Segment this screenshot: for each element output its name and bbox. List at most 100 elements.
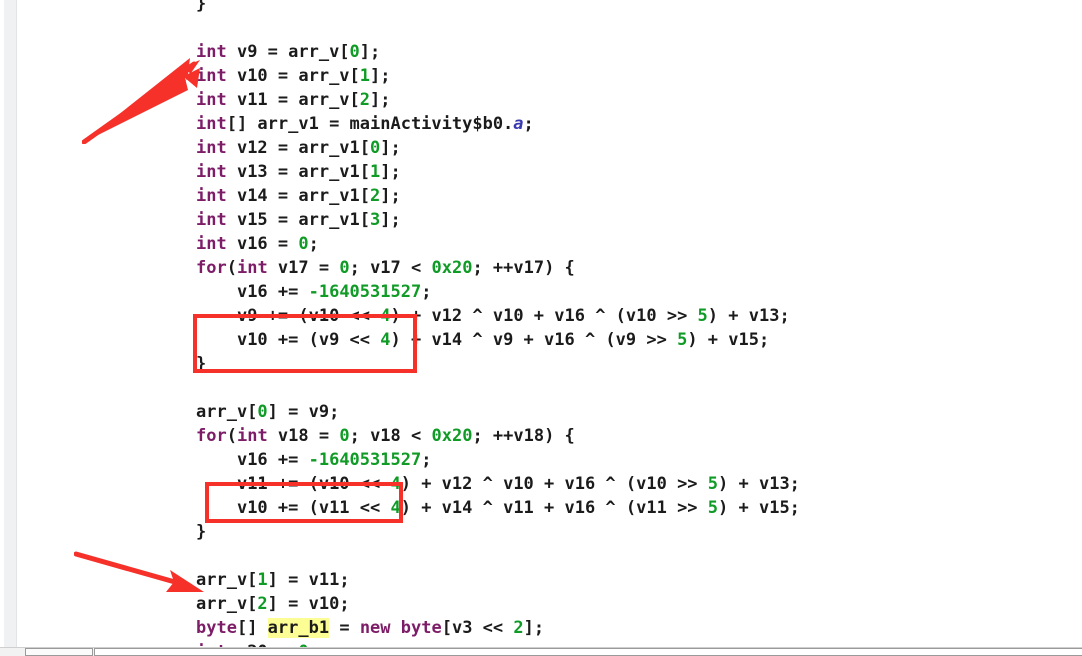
code-line[interactable]: arr_v[2] = v10; [196,592,1076,616]
code-token-num: 5 [677,330,688,350]
code-line[interactable]: int v11 = arr_v[2]; [196,88,1076,112]
status-bar-main-box[interactable] [94,648,1082,656]
code-token-kw: int [196,42,227,62]
code-token-pln: ] = v9; [267,402,340,422]
code-token-pln: ]; [370,66,391,86]
code-line[interactable]: v9 += (v10 << 4) + v12 ^ v10 + v16 ^ (v1… [196,304,1076,328]
code-line[interactable]: int[] arr_v1 = mainActivity$b0.a; [196,112,1076,136]
editor-gutter[interactable] [4,0,17,648]
code-token-pln: ]; [380,138,401,158]
code-line[interactable]: v11 += (v10 << 4) + v12 ^ v10 + v16 ^ (v… [196,472,1076,496]
code-token-pln: v12 = arr_v1[ [226,138,371,158]
code-line[interactable]: v16 += -1640531527; [196,448,1076,472]
code-line[interactable]: int v16 = 0; [196,232,1076,256]
code-token-pln: v9 = arr_v[ [226,42,350,62]
code-token-num: -1640531527 [308,450,422,470]
code-token-num: 0 [339,258,350,278]
code-line[interactable]: int v9 = arr_v[0]; [196,40,1076,64]
code-line[interactable]: v10 += (v9 << 4) + v14 ^ v9 + v16 ^ (v9 … [196,328,1076,352]
code-token-pln: ; [308,234,319,254]
code-token-pln: v14 = arr_v1[ [226,186,371,206]
code-line[interactable]: for(int v18 = 0; v18 < 0x20; ++v18) { [196,424,1076,448]
code-line[interactable]: arr_v[1] = v11; [196,568,1076,592]
code-token-num: 0 [298,234,309,254]
code-token-num: 0 [257,402,268,422]
code-token-kw: int [196,186,227,206]
code-editor-window: } int v9 = arr_v[0]; int v10 = arr_v[1]; i… [0,0,1082,656]
code-text-area[interactable]: } int v9 = arr_v[0]; int v10 = arr_v[1]; i… [196,0,1076,656]
code-token-pln: ] = v10; [267,594,350,614]
code-token-num: 5 [697,306,708,326]
code-token-num: 2 [513,618,524,638]
code-token-num: 3 [370,210,381,230]
code-token-pln: ; [421,450,432,470]
code-line[interactable]: int v15 = arr_v1[3]; [196,208,1076,232]
code-token-pln: v11 += (v10 << [236,474,391,494]
code-line[interactable]: int v13 = arr_v1[1]; [196,160,1076,184]
status-bar [0,647,1082,656]
code-token-kw: int [196,138,227,158]
code-token-kw: byte [196,618,237,638]
code-token-pln: ]; [380,186,401,206]
arrow-to-v10-decl [82,58,200,144]
code-token-pln: = [329,618,360,638]
code-token-num: 2 [257,594,268,614]
code-token-kw: int [236,426,268,446]
code-token-kw: byte [400,618,442,638]
code-token-pln: arr_v[ [196,402,258,422]
code-token-pln: [] arr_v1 = mainActivity$b0. [226,114,514,134]
code-token-pln: ; [421,282,432,302]
status-bar-left-box[interactable] [25,648,93,656]
code-token-kw: int [196,210,227,230]
code-line[interactable]: v16 += -1640531527; [196,280,1076,304]
code-token-pln: v16 += [236,282,309,302]
code-token-pln: ; [523,114,534,134]
code-line[interactable]: int v12 = arr_v1[0]; [196,136,1076,160]
code-line[interactable]: v10 += (v11 << 4) + v14 ^ v11 + v16 ^ (v… [196,496,1076,520]
code-token-fld: a [513,114,524,134]
code-token-num: 5 [707,474,719,494]
code-token-kw: int [196,114,227,134]
code-token-num: 1 [370,162,381,182]
code-token-pln: ]; [380,210,401,230]
code-token-pln: ]; [370,90,391,110]
code-line[interactable]: int v10 = arr_v[1]; [196,64,1076,88]
code-token-kw: for [196,258,227,278]
code-token-num: 0 [349,42,360,62]
code-token-pln: v10 += (v11 << [236,498,391,518]
code-token-pln: ] = v11; [267,570,350,590]
code-line[interactable] [196,16,1076,40]
code-token-num: 4 [380,306,391,326]
code-token-kw: int [236,258,268,278]
code-token-pln: ( [226,426,237,446]
code-line[interactable] [196,544,1076,568]
code-line[interactable]: } [196,520,1076,544]
code-line[interactable]: int v14 = arr_v1[2]; [196,184,1076,208]
code-token-pln: arr_v[ [196,570,258,590]
code-token-num: 1 [359,66,371,86]
code-token-pln: ]; [523,618,545,638]
code-token-kw: int [196,90,227,110]
code-line[interactable] [196,376,1076,400]
code-token-pln: ; ++v17) { [472,258,575,278]
code-line[interactable]: arr_v[0] = v9; [196,400,1076,424]
code-token-kw: int [196,234,227,254]
code-token-pln: ) + v12 ^ v10 + v16 ^ (v10 >> [390,306,698,326]
code-token-pln: } [196,0,207,14]
code-token-pln: ]; [359,42,381,62]
code-token-pln: v18 = [267,426,340,446]
code-token-pln: ]; [380,162,401,182]
code-line[interactable]: byte[] arr_b1 = new byte[v3 << 2]; [196,616,1076,640]
code-line[interactable]: } [196,352,1076,376]
code-token-num: 4 [390,498,401,518]
code-line[interactable]: for(int v17 = 0; v17 < 0x20; ++v17) { [196,256,1076,280]
code-token-pln: v10 = arr_v[ [226,66,360,86]
code-line[interactable]: } [196,0,1076,16]
code-token-pln: ; v18 < [349,426,432,446]
code-token-pln: ) + v15; [687,330,770,350]
